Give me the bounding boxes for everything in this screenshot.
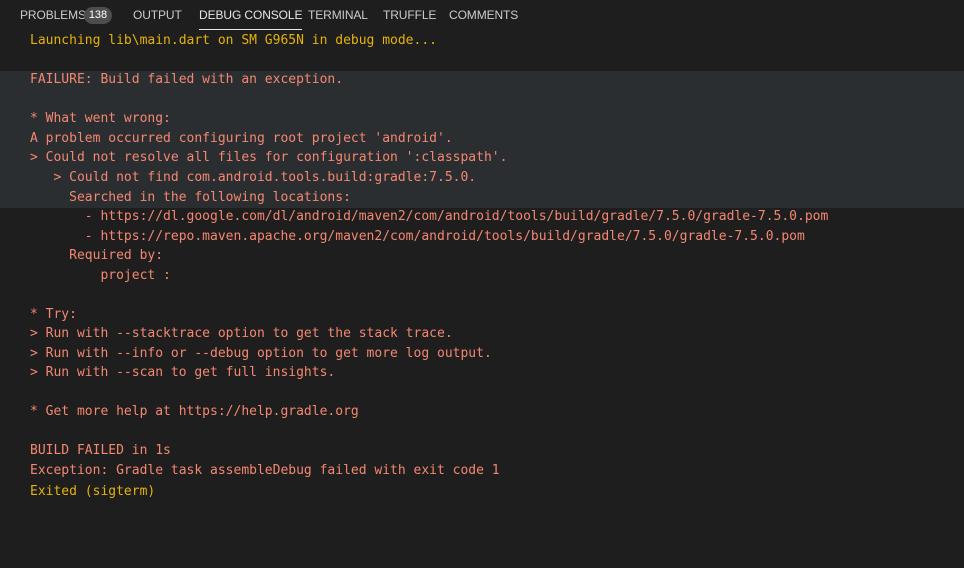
tab-problems[interactable]: PROBLEMS [20,0,86,29]
tab-debug-console[interactable]: DEBUG CONSOLE [199,0,302,30]
panel-tab-bar: PROBLEMS 138 OUTPUT DEBUG CONSOLE TERMIN… [0,0,964,30]
console-line: * Try: [30,307,77,322]
console-line: > Run with --scan to get full insights. [30,365,336,380]
console-line: * Get more help at https://help.gradle.o… [30,404,359,419]
tab-comments-label: COMMENTS [449,8,519,22]
console-line: - https://repo.maven.apache.org/maven2/c… [30,229,805,244]
tab-truffle[interactable]: TRUFFLE [383,0,436,29]
problems-count-badge: 138 [84,7,112,24]
tab-truffle-label: TRUFFLE [383,8,437,22]
console-line: > Could not resolve all files for config… [30,150,508,165]
console-line: Exception: Gradle task assembleDebug fai… [30,463,500,478]
console-line: > Could not find com.android.tools.build… [30,170,477,185]
tab-problems-label: PROBLEMS [20,8,86,22]
console-line: Launching lib\main.dart on SM G965N in d… [30,33,437,48]
console-line: * What went wrong: [30,111,171,126]
console-line: - https://dl.google.com/dl/android/maven… [30,209,829,224]
console-line: > Run with --stacktrace option to get th… [30,326,453,341]
tab-output-label: OUTPUT [133,8,182,22]
console-line: > Run with --info or --debug option to g… [30,346,492,361]
tab-output[interactable]: OUTPUT [133,0,182,29]
console-line: A problem occurred configuring root proj… [30,131,453,146]
console-line: BUILD FAILED in 1s [30,443,171,458]
tab-debug-console-label: DEBUG CONSOLE [199,8,303,22]
console-line: Searched in the following locations: [30,190,351,205]
console-line: project : [30,268,171,283]
console-line: FAILURE: Build failed with an exception. [30,72,344,87]
console-line: Required by: [30,248,164,263]
tab-terminal[interactable]: TERMINAL [308,0,368,29]
tab-comments[interactable]: COMMENTS [449,0,518,29]
tab-terminal-label: TERMINAL [308,8,368,22]
console-line: Exited (sigterm) [30,484,156,499]
